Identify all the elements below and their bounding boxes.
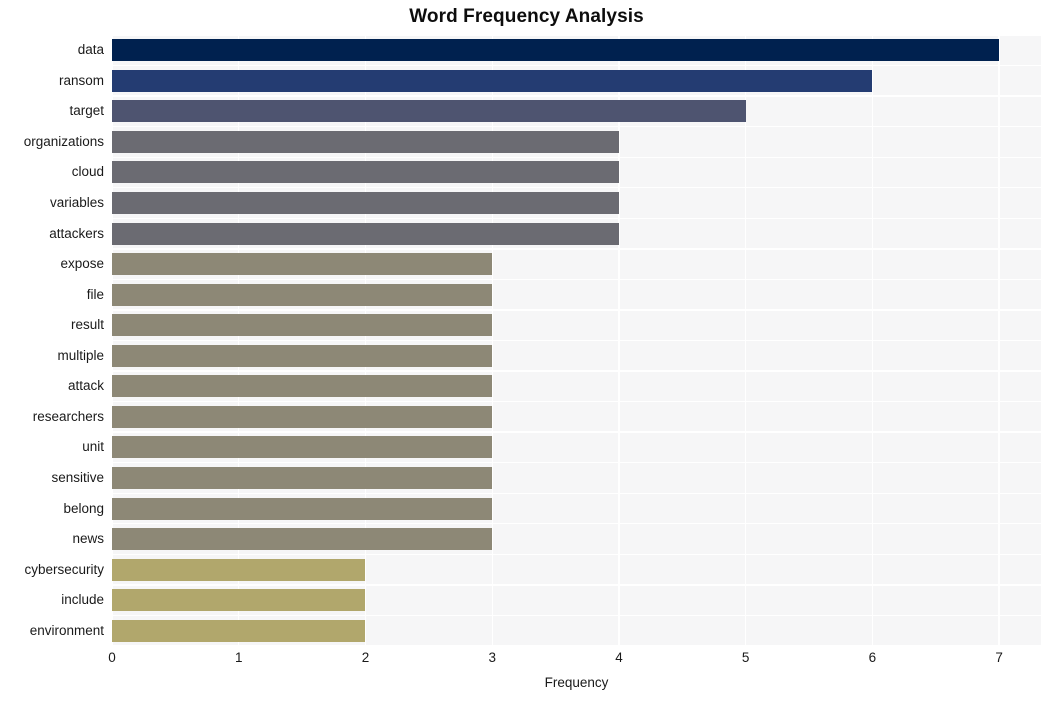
x-tick-label-3: 3 bbox=[488, 650, 496, 665]
gridline-horizontal bbox=[112, 309, 1041, 311]
y-tick-label-researchers: researchers bbox=[32, 408, 104, 424]
chart-figure: Word Frequency Analysis data ransom target… bbox=[0, 0, 1053, 701]
bar-cybersecurity[interactable] bbox=[112, 558, 366, 581]
bar-attackers[interactable] bbox=[112, 222, 619, 245]
bar-result[interactable] bbox=[112, 314, 493, 337]
plot-area bbox=[112, 35, 1041, 646]
bar-ransom[interactable] bbox=[112, 69, 873, 92]
x-tick-label-2: 2 bbox=[361, 650, 370, 665]
x-axis-tick-labels: 0 1 2 3 4 5 6 7 bbox=[0, 650, 1053, 672]
x-tick-label-4: 4 bbox=[615, 650, 623, 665]
x-tick-label-6: 6 bbox=[868, 650, 877, 665]
y-tick-label-result: result bbox=[70, 317, 104, 333]
y-tick-label-unit: unit bbox=[82, 439, 104, 455]
bar-file[interactable] bbox=[112, 283, 493, 306]
bar-variables[interactable] bbox=[112, 192, 619, 215]
page-title: Word Frequency Analysis bbox=[409, 6, 644, 27]
y-axis-tick-labels: data ransom target organizations cloud variab… bbox=[0, 35, 104, 646]
y-tick-label-expose: expose bbox=[60, 256, 104, 272]
x-axis-title: Frequency bbox=[544, 675, 609, 690]
gridline-horizontal bbox=[112, 400, 1041, 403]
y-tick-label-belong: belong bbox=[63, 500, 104, 516]
y-tick-label-cybersecurity: cybersecurity bbox=[24, 561, 104, 577]
gridline-horizontal bbox=[112, 217, 1041, 219]
x-tick-label-1: 1 bbox=[234, 650, 243, 665]
y-tick-label-attackers: attackers bbox=[49, 225, 104, 241]
gridline-horizontal bbox=[112, 278, 1041, 281]
bar-researchers[interactable] bbox=[112, 405, 493, 428]
bar-belong[interactable] bbox=[112, 497, 493, 520]
bar-attack[interactable] bbox=[112, 375, 493, 398]
bar-sensitive[interactable] bbox=[112, 466, 493, 489]
bar-unit[interactable] bbox=[112, 436, 493, 459]
gridline-horizontal bbox=[112, 431, 1041, 433]
gridline-horizontal bbox=[112, 584, 1041, 586]
gridline-horizontal bbox=[112, 614, 1041, 617]
gridline-horizontal bbox=[112, 248, 1041, 250]
y-tick-label-attack: attack bbox=[67, 378, 104, 394]
bar-organizations[interactable] bbox=[112, 130, 619, 153]
bar-data[interactable] bbox=[112, 39, 1000, 62]
y-tick-label-include: include bbox=[61, 592, 104, 608]
gridline-horizontal bbox=[112, 187, 1041, 189]
y-tick-label-cloud: cloud bbox=[71, 164, 104, 180]
y-tick-label-multiple: multiple bbox=[57, 347, 104, 363]
gridline-horizontal bbox=[112, 339, 1041, 342]
gridline-horizontal bbox=[112, 156, 1041, 158]
y-tick-label-organizations: organizations bbox=[23, 133, 104, 149]
gridline-horizontal bbox=[112, 462, 1041, 464]
y-tick-label-variables: variables bbox=[49, 195, 104, 211]
gridline-horizontal bbox=[112, 492, 1041, 494]
bar-news[interactable] bbox=[112, 528, 493, 551]
y-tick-label-environment: environment bbox=[29, 622, 104, 638]
gridline-horizontal bbox=[112, 64, 1041, 67]
y-tick-label-data: data bbox=[77, 42, 104, 58]
y-tick-label-news: news bbox=[72, 531, 104, 547]
y-tick-label-file: file bbox=[86, 286, 104, 302]
gridline-horizontal bbox=[112, 553, 1041, 556]
gridline-horizontal bbox=[112, 370, 1041, 372]
x-tick-label-5: 5 bbox=[741, 650, 750, 665]
bar-expose[interactable] bbox=[112, 253, 493, 276]
bar-target[interactable] bbox=[112, 100, 746, 123]
y-tick-label-target: target bbox=[69, 103, 104, 119]
gridline-horizontal bbox=[112, 125, 1041, 128]
y-tick-label-sensitive: sensitive bbox=[51, 469, 104, 485]
x-tick-label-0: 0 bbox=[108, 650, 116, 665]
gridline-horizontal bbox=[112, 645, 1041, 646]
bar-include[interactable] bbox=[112, 589, 366, 612]
x-tick-label-7: 7 bbox=[995, 650, 1003, 665]
bar-cloud[interactable] bbox=[112, 161, 619, 184]
bar-multiple[interactable] bbox=[112, 344, 493, 367]
gridline-horizontal bbox=[112, 35, 1041, 36]
gridline-horizontal bbox=[112, 523, 1041, 525]
y-tick-label-ransom: ransom bbox=[58, 72, 104, 88]
bar-environment[interactable] bbox=[112, 619, 366, 642]
gridline-horizontal bbox=[112, 95, 1041, 97]
